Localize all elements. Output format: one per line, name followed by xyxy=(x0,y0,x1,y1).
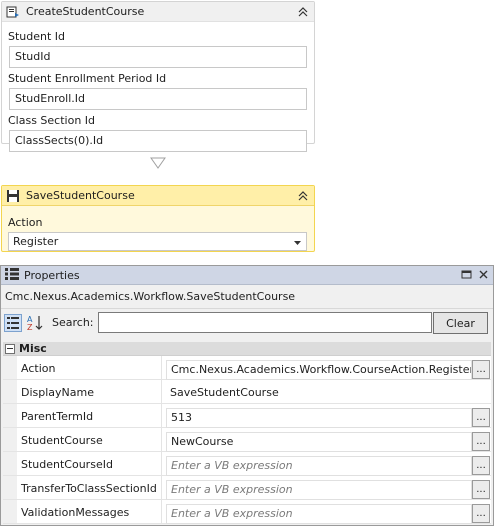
action-label: Action xyxy=(8,216,43,229)
student-id-field[interactable]: StudId xyxy=(9,46,307,68)
properties-toolbar: A Z Search: Clear xyxy=(1,309,493,336)
ellipsis-button[interactable]: ... xyxy=(472,360,490,379)
sort-alphabetical-icon[interactable]: A Z xyxy=(26,314,44,332)
property-value[interactable]: Enter a VB expression xyxy=(166,504,472,524)
ellipsis-button[interactable]: ... xyxy=(472,480,490,499)
flow-arrow-icon xyxy=(150,157,166,169)
activity-title: SaveStudentCourse xyxy=(26,189,135,202)
property-row[interactable]: DisplayName SaveStudentCourse xyxy=(3,380,491,404)
property-row[interactable]: TransferToClassSectionId Enter a VB expr… xyxy=(3,476,491,500)
student-enrollment-period-id-field[interactable]: StudEnroll.Id xyxy=(9,88,307,110)
selected-type-name: Cmc.Nexus.Academics.Workflow.SaveStudent… xyxy=(1,285,493,309)
property-value[interactable]: NewCourse xyxy=(166,432,472,452)
create-student-course-activity[interactable]: CreateStudentCourse Student Id StudId St… xyxy=(1,1,315,152)
restore-icon[interactable] xyxy=(461,269,472,283)
student-enrollment-period-id-label: Student Enrollment Period Id xyxy=(8,72,167,85)
property-row[interactable]: StudentCourseId Enter a VB expression ..… xyxy=(3,452,491,476)
ellipsis-button[interactable]: ... xyxy=(472,504,490,523)
property-row[interactable]: ValidationMessages Enter a VB expression… xyxy=(3,500,491,524)
properties-panel: Properties Cmc.Nexus.Academics.Workflow.… xyxy=(0,265,494,526)
properties-title: Properties xyxy=(24,268,80,282)
student-id-label: Student Id xyxy=(8,30,66,43)
save-student-course-activity[interactable]: SaveStudentCourse Action Register xyxy=(1,185,315,252)
property-name: Action xyxy=(17,356,162,379)
property-value[interactable]: Enter a VB expression xyxy=(166,480,472,500)
class-section-id-label: Class Section Id xyxy=(8,114,96,127)
property-name: TransferToClassSectionId xyxy=(17,476,162,499)
property-row[interactable]: ParentTermId 513 ... xyxy=(3,404,491,428)
collapse-toggle-icon[interactable] xyxy=(5,343,15,354)
property-value[interactable]: Enter a VB expression xyxy=(166,456,472,476)
search-label: Search: xyxy=(52,316,94,329)
ellipsis-button[interactable]: ... xyxy=(472,432,490,451)
category-label: Misc xyxy=(19,342,47,355)
action-select[interactable]: Register xyxy=(8,232,307,251)
category-row[interactable]: Misc xyxy=(3,342,491,356)
action-select-value: Register xyxy=(13,235,59,248)
collapse-icon[interactable] xyxy=(296,189,310,203)
property-grid: Misc Action Cmc.Nexus.Academics.Workflow… xyxy=(3,342,491,524)
activity-title: CreateStudentCourse xyxy=(26,5,145,18)
property-name: DisplayName xyxy=(17,380,162,403)
save-icon xyxy=(6,189,20,203)
activity-header[interactable]: CreateStudentCourse xyxy=(2,2,314,22)
ellipsis-button[interactable]: ... xyxy=(472,456,490,475)
categorized-icon[interactable] xyxy=(4,313,22,332)
activity-icon xyxy=(6,5,20,19)
properties-titlebar: Properties xyxy=(1,266,493,285)
property-name: ValidationMessages xyxy=(17,500,162,523)
property-name: StudentCourse xyxy=(17,428,162,451)
property-name: ParentTermId xyxy=(17,404,162,427)
clear-button[interactable]: Clear xyxy=(433,312,488,334)
search-input[interactable] xyxy=(97,312,432,333)
ellipsis-button[interactable]: ... xyxy=(472,408,490,427)
collapse-icon[interactable] xyxy=(296,5,310,19)
svg-text:Z: Z xyxy=(27,323,33,332)
property-row[interactable]: StudentCourse NewCourse ... xyxy=(3,428,491,452)
property-value[interactable]: 513 xyxy=(166,408,472,428)
activity-header[interactable]: SaveStudentCourse xyxy=(2,186,314,206)
property-value[interactable]: SaveStudentCourse xyxy=(166,384,491,401)
properties-icon xyxy=(4,267,20,284)
close-icon[interactable] xyxy=(478,269,489,283)
property-row[interactable]: Action Cmc.Nexus.Academics.Workflow.Cour… xyxy=(3,356,491,380)
property-value[interactable]: Cmc.Nexus.Academics.Workflow.CourseActio… xyxy=(166,360,472,380)
property-name: StudentCourseId xyxy=(17,452,162,475)
chevron-down-icon[interactable] xyxy=(293,237,302,246)
class-section-id-field[interactable]: ClassSects(0).Id xyxy=(9,130,307,152)
